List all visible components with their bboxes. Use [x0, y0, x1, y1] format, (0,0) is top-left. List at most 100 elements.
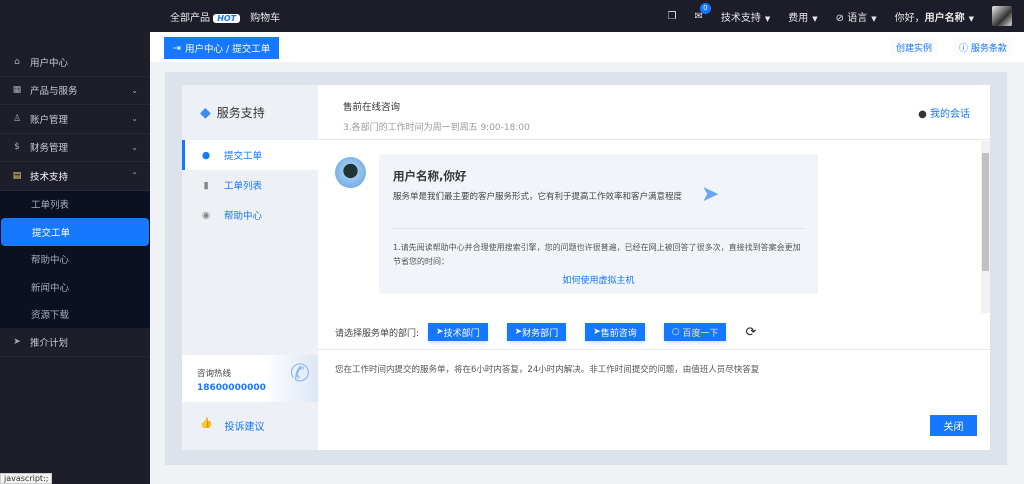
home-icon: ⌂	[14, 56, 20, 67]
wrench-icon: ◉	[201, 209, 211, 221]
nav-label: 工单列表	[224, 181, 263, 192]
nav-help-center[interactable]: ◉ 帮助中心	[182, 200, 318, 230]
avatar[interactable]	[992, 6, 1012, 26]
tech-support-menu[interactable]: 技术支持 ▼	[721, 9, 770, 24]
breadcrumb-label: 用户中心 / 提交工单	[184, 44, 271, 55]
submenu-submit-ticket[interactable]: 提交工单	[1, 218, 149, 246]
virtual-host-help-link[interactable]: 如何使用虚拟主机	[393, 273, 804, 286]
top-bar: 全部产品 HOT 购物车 ❐ ✉ 0 技术支持 ▼ 费用 ▼ ⊘ 语言 ▼ 你好，用户名…	[0, 0, 1024, 32]
breadcrumb[interactable]: ⇥ 用户中心 / 提交工单	[164, 37, 280, 59]
dept-presales-button[interactable]: ➤ 售前咨询	[585, 323, 645, 341]
chevron-down-icon: ⌄	[131, 85, 138, 95]
sidebar-item-account[interactable]: ♙ 账户管理 ⌄	[0, 105, 150, 134]
status-bar: javascript:;	[0, 473, 53, 484]
caret-down-icon: ▼	[871, 14, 877, 23]
greeting-label: 你好，	[894, 12, 925, 24]
sidebar-item-user-center[interactable]: ⌂ 用户中心	[0, 48, 150, 77]
all-products-link[interactable]: 全部产品 HOT	[170, 9, 241, 24]
message-count-badge: 0	[699, 2, 711, 14]
dept-tech-button[interactable]: ➤ 技术部门	[428, 323, 488, 341]
complaint-label: 投诉建议	[224, 422, 265, 433]
sidebar-item-label: 技术支持	[30, 171, 69, 183]
send-icon: ➤	[436, 327, 444, 337]
info-icon: ⓘ	[959, 43, 969, 54]
sidebar-item-label: 用户中心	[30, 57, 69, 69]
user-menu[interactable]: 你好，用户名称 ▼	[895, 9, 974, 24]
scrollbar[interactable]	[981, 141, 990, 313]
chat-subtitle: 3.各部门的工作时间为周一到周五 9:00-18:00	[343, 123, 530, 133]
chevron-down-icon: ⌄	[131, 142, 138, 152]
sidebar-item-tech-support[interactable]: ▤ 技术支持 ⌃	[0, 162, 150, 191]
enter-icon: ⇥	[173, 42, 181, 54]
nav-ticket-list[interactable]: ▮ 工单列表	[182, 170, 318, 200]
hotline-box: 咨询热线 18600000000 ✆	[182, 355, 318, 402]
service-terms-button[interactable]: ⓘ 服务条款	[953, 38, 1013, 56]
cart-link[interactable]: 购物车	[250, 9, 280, 24]
fees-menu[interactable]: 费用 ▼	[788, 9, 817, 24]
username-label: 用户名称	[924, 12, 965, 24]
nav-submit-ticket[interactable]: ● 提交工单	[182, 140, 318, 170]
chevron-down-icon: ⌄	[131, 114, 138, 124]
sidebar-item-referral[interactable]: ➤ 推介计划	[0, 328, 150, 357]
chat-title: 售前在线咨询	[343, 102, 401, 113]
chat-header: 售前在线咨询 3.各部门的工作时间为周一到周五 9:00-18:00 ● 我的会…	[318, 85, 990, 140]
department-label: 请选择服务单的部门:	[335, 328, 420, 339]
submenu-ticket-list[interactable]: 工单列表	[0, 191, 150, 219]
tech-support-label: 技术支持	[720, 12, 761, 24]
fees-label: 费用	[788, 12, 809, 24]
refresh-icon[interactable]: ⟳	[745, 325, 756, 340]
sidebar-item-label: 财务管理	[30, 143, 69, 155]
service-terms-label: 服务条款	[970, 43, 1007, 54]
help-tip: 1.请先阅读帮助中心并合理使用搜索引擎，您的问题也许很普遍，已经在网上被回答了很…	[393, 228, 804, 269]
layers-icon: ◆	[200, 104, 211, 121]
clipboard-icon: ▮	[203, 179, 209, 191]
user-icon: ♙	[12, 113, 22, 124]
sidebar-item-products[interactable]: ▦ 产品与服务 ⌄	[0, 77, 150, 105]
chat-icon: ●	[201, 149, 211, 161]
nav-label: 提交工单	[224, 151, 263, 162]
dollar-icon: $	[14, 142, 20, 153]
all-products-label: 全部产品	[170, 12, 210, 24]
scrollbar-thumb[interactable]	[982, 153, 989, 271]
caret-down-icon: ▼	[968, 14, 974, 23]
thumbs-up-icon: 👍	[200, 418, 213, 429]
complaint-link[interactable]: 👍 投诉建议	[200, 418, 264, 433]
sidebar-item-label: 推介计划	[30, 337, 69, 349]
sidebar-item-label: 产品与服务	[30, 86, 78, 98]
welcome-intro: 服务单是我们最主要的客户服务形式，它有利于提高工作效率和客户满意程度	[393, 192, 683, 202]
search-icon: ○	[671, 327, 680, 337]
baidu-search-button[interactable]: ○ 百度一下	[663, 323, 727, 341]
support-card: ◆ 服务支持 ● 提交工单 ▮ 工单列表 ◉ 帮助中心 咨询热线 18600000000…	[182, 85, 990, 450]
copy-icon[interactable]: ❐	[668, 11, 677, 22]
my-sessions-link[interactable]: ● 我的会话	[918, 105, 970, 120]
sidebar: ⌂ 用户中心 ▦ 产品与服务 ⌄ ♙ 账户管理 ⌄ $ 财务管理 ⌄ ▤ 技术支持 ⌃ 工单列表 …	[0, 32, 150, 484]
department-selector: 请选择服务单的部门: ➤ 技术部门 ➤ 财务部门 ➤ 售前咨询 ○ 百度一下 ⟳	[318, 315, 990, 350]
send-icon: ➤	[593, 327, 601, 337]
mail-icon[interactable]: ✉ 0	[694, 2, 711, 22]
nav-label: 帮助中心	[224, 211, 263, 222]
baidu-label: 百度一下	[682, 328, 719, 339]
tech-support-submenu: 工单列表 提交工单 帮助中心 新闻中心 资源下载	[0, 190, 150, 329]
support-nav-panel: ◆ 服务支持 ● 提交工单 ▮ 工单列表 ◉ 帮助中心 咨询热线 18600000000…	[182, 85, 318, 450]
submenu-help-center[interactable]: 帮助中心	[0, 246, 150, 274]
dept-label: 财务部门	[522, 328, 559, 339]
robot-avatar	[335, 157, 366, 188]
submenu-news-center[interactable]: 新闻中心	[0, 273, 150, 301]
language-label: 语言	[847, 12, 868, 24]
breadcrumb-bar: ⇥ 用户中心 / 提交工单 创建实例 ⓘ 服务条款	[150, 32, 1024, 62]
response-notice: 您在工作时间内提交的服务单，将在6小时内答复，24小时内解决。非工作时间提交的问…	[335, 365, 760, 375]
send-icon: ➤	[514, 327, 523, 337]
paper-plane-icon: ➤	[701, 182, 720, 207]
dept-finance-button[interactable]: ➤ 财务部门	[506, 323, 567, 341]
chat-bubble-icon: ●	[918, 109, 927, 120]
welcome-message: 用户名称,你好 服务单是我们最主要的客户服务形式，它有利于提高工作效率和客户满意…	[379, 154, 818, 294]
sidebar-item-finance[interactable]: $ 财务管理 ⌄	[0, 134, 150, 162]
language-menu[interactable]: ⊘ 语言 ▼	[836, 9, 877, 24]
send-icon: ➤	[13, 336, 21, 347]
close-button[interactable]: 关闭	[930, 415, 977, 436]
brand-title: 服务支持	[216, 106, 265, 120]
dept-label: 售前咨询	[600, 328, 637, 339]
dept-label: 技术部门	[443, 328, 480, 339]
create-instance-button[interactable]: 创建实例	[890, 38, 939, 56]
submenu-downloads[interactable]: 资源下载	[0, 301, 150, 329]
